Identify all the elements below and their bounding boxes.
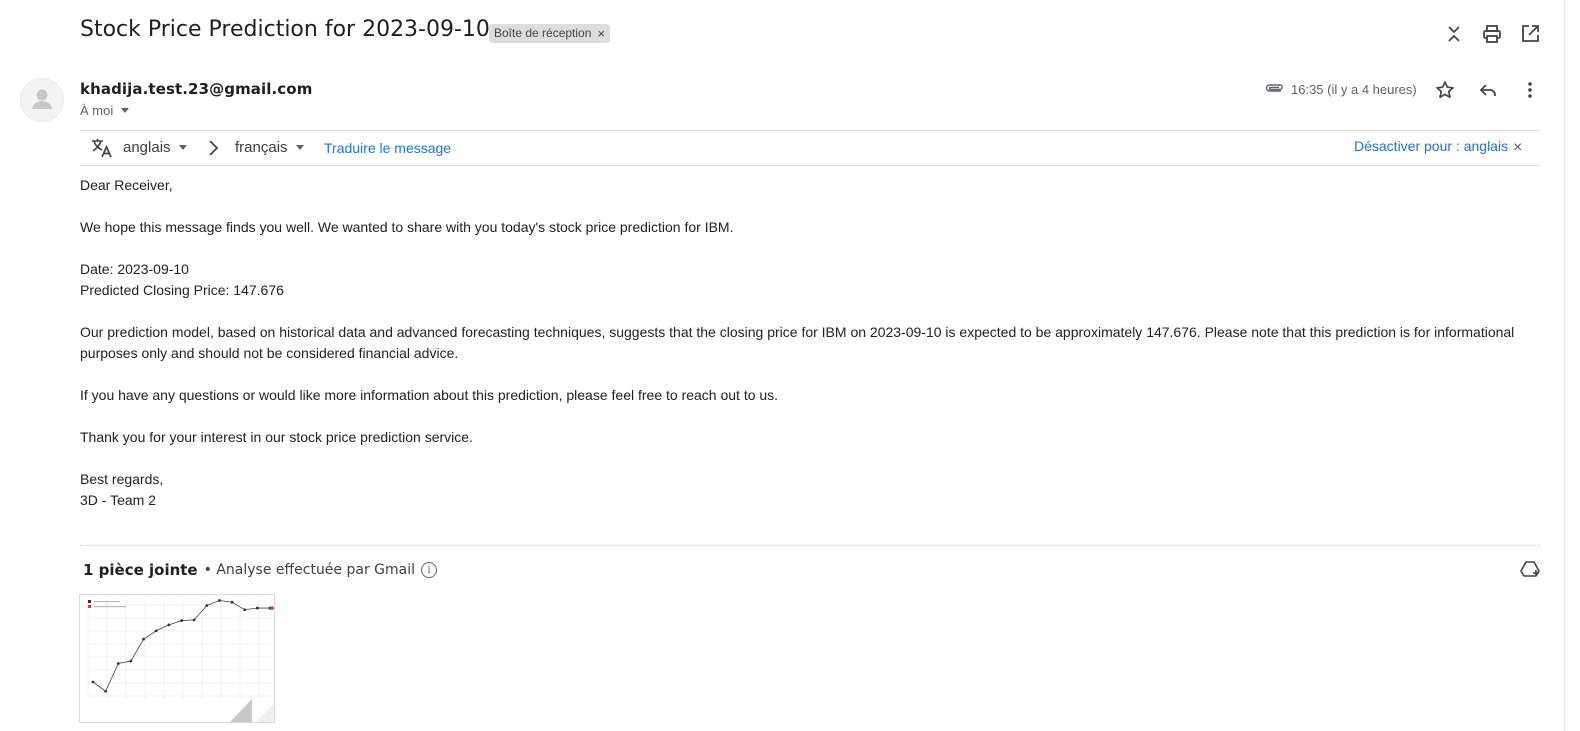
chart-point: [205, 604, 209, 607]
chart-point: [104, 689, 108, 693]
attachment-count: 1 pièce jointe: [83, 561, 198, 579]
body-paragraph: Thank you for your interest in our stock…: [80, 429, 473, 445]
translate-bar: anglais français Traduire le message Dés…: [80, 130, 1540, 166]
source-language-select[interactable]: anglais: [123, 139, 187, 156]
email-body: Dear Receiver, We hope this message find…: [80, 175, 1540, 511]
chart-point: [218, 599, 221, 602]
body-paragraph: We hope this message finds you well. We …: [80, 219, 734, 235]
remove-label-icon[interactable]: ×: [597, 24, 605, 43]
email-meta: 16:35 (il y a 4 heures): [1263, 80, 1417, 99]
scrollbar[interactable]: [1564, 0, 1580, 731]
chart-point: [230, 600, 234, 604]
chart-point: [180, 619, 183, 623]
chart-point: [154, 629, 158, 633]
print-icon[interactable]: [1480, 22, 1504, 46]
disable-translation-link[interactable]: Désactiver pour : anglais: [1354, 138, 1508, 154]
chart-point: [192, 618, 196, 622]
chevron-down-icon: [295, 145, 304, 150]
chart-point: [129, 659, 133, 663]
predicted-price: Predicted Closing Price: 147.676: [80, 282, 284, 298]
expand-collapse-icon[interactable]: [1442, 22, 1466, 46]
info-icon[interactable]: i: [421, 562, 438, 578]
scan-label: • Analyse effectuée par Gmail: [203, 562, 416, 578]
sender-avatar[interactable]: [20, 78, 64, 122]
attachment-chart-preview: [80, 595, 274, 722]
attachment-thumbnail[interactable]: [79, 594, 275, 723]
chart-point: [243, 608, 247, 612]
close-translate-icon[interactable]: ×: [1513, 139, 1522, 157]
body-paragraph: Our prediction model, based on historica…: [80, 324, 1515, 361]
predicted-point: [270, 606, 274, 610]
star-icon[interactable]: [1433, 78, 1457, 102]
attachments-header: 1 pièce jointe • Analyse effectuée par G…: [83, 561, 438, 579]
more-vert-icon[interactable]: [1518, 78, 1542, 102]
attachments-divider: [80, 545, 1540, 546]
chart-point: [255, 606, 259, 610]
chevron-down-icon: [178, 145, 187, 150]
chart-point: [116, 662, 120, 665]
recipient-toggle[interactable]: À moi: [80, 103, 130, 118]
source-language-label: anglais: [123, 139, 171, 156]
add-to-drive-icon[interactable]: [1518, 558, 1542, 582]
email-subject: Stock Price Prediction for 2023-09-10: [80, 17, 490, 42]
body-paragraph: If you have any questions or would like …: [80, 387, 779, 403]
closing: Best regards,: [80, 471, 164, 487]
paperclip-icon: [1263, 80, 1285, 99]
recipient-label: À moi: [80, 103, 114, 118]
email-time: 16:35 (il y a 4 heures): [1291, 82, 1417, 97]
greeting: Dear Receiver,: [80, 177, 173, 193]
prediction-date: Date: 2023-09-10: [80, 261, 189, 277]
reply-icon[interactable]: [1476, 78, 1500, 102]
target-language-label: français: [235, 139, 288, 156]
inbox-label-chip[interactable]: Boîte de réception ×: [489, 24, 610, 43]
translate-message-link[interactable]: Traduire le message: [324, 140, 451, 156]
chart-point: [91, 680, 95, 684]
chevron-right-icon: [205, 139, 221, 162]
target-language-select[interactable]: français: [235, 139, 304, 156]
chart-point: [167, 623, 171, 627]
chart-point: [142, 637, 145, 641]
chevron-down-icon: [121, 108, 130, 113]
open-in-new-window-icon[interactable]: [1518, 22, 1542, 46]
sender-email[interactable]: khadija.test.23@gmail.com: [80, 80, 312, 98]
inbox-label-text: Boîte de réception: [494, 26, 592, 40]
signature: 3D - Team 2: [80, 492, 156, 508]
translate-icon: [90, 137, 114, 164]
